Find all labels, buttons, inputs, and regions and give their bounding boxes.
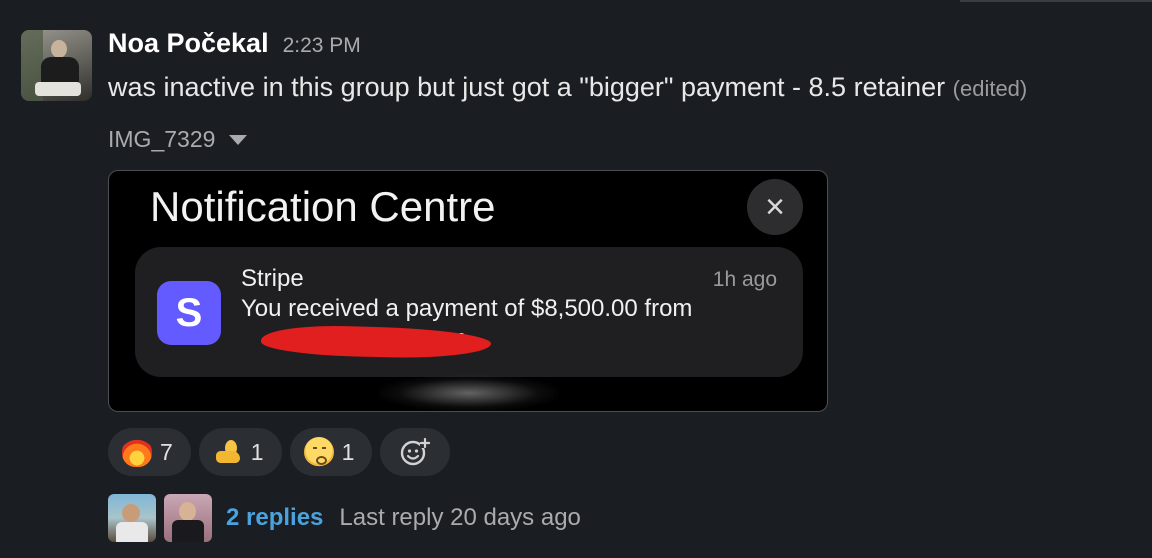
reaction-count: 7 [160,438,173,465]
weary-face-icon [303,437,334,467]
fire-icon [122,437,152,467]
reaction-fire[interactable]: 7 [108,428,191,476]
thread-summary[interactable]: 2 replies Last reply 20 days ago [108,494,581,542]
message-header: Noa Počekal 2:23 PM [108,28,1142,62]
notification-line1: You received a payment of $8,500.00 from [241,295,693,322]
attachment-image[interactable]: Notification Centre × S Stripe 1h ago Yo… [108,170,828,412]
add-emoji-icon [400,437,431,467]
chevron-down-icon[interactable] [229,134,248,145]
reply-avatar-1[interactable] [108,494,156,542]
last-reply-time: Last reply 20 days ago [339,504,581,531]
notification-centre-title: Notification Centre [150,183,496,230]
message-text: was inactive in this group but just got … [108,72,1142,103]
notification-app-name: Stripe [241,265,304,292]
reaction-count: 1 [250,438,264,465]
edited-label: (edited) [952,76,1028,101]
flexed-biceps-icon [213,437,243,467]
message: Noa Počekal 2:23 PM was inactive in this… [108,28,1142,103]
reactions-bar: 7 1 1 [108,428,451,476]
close-icon: × [747,179,803,235]
home-indicator-glow [379,375,559,411]
attachment-file-name[interactable]: IMG_7329 [108,126,215,153]
notification-time: 1h ago [712,268,777,291]
reaction-weary-face[interactable]: 1 [289,428,373,476]
message-body: was inactive in this group but just got … [108,72,946,102]
attachment-header: IMG_7329 [108,126,248,153]
reply-avatar-2[interactable] [164,494,212,542]
author-name[interactable]: Noa Počekal [108,28,269,59]
stripe-logo-icon: S [157,281,221,345]
top-divider [960,0,1152,2]
stripe-notification: S Stripe 1h ago You received a payment o… [135,247,803,377]
author-avatar[interactable] [21,30,92,101]
message-timestamp[interactable]: 2:23 PM [283,34,361,58]
reaction-flexed-biceps[interactable]: 1 [198,428,282,476]
add-reaction-button[interactable] [380,428,451,476]
replies-link[interactable]: 2 replies [226,504,323,532]
reaction-count: 1 [341,438,355,465]
